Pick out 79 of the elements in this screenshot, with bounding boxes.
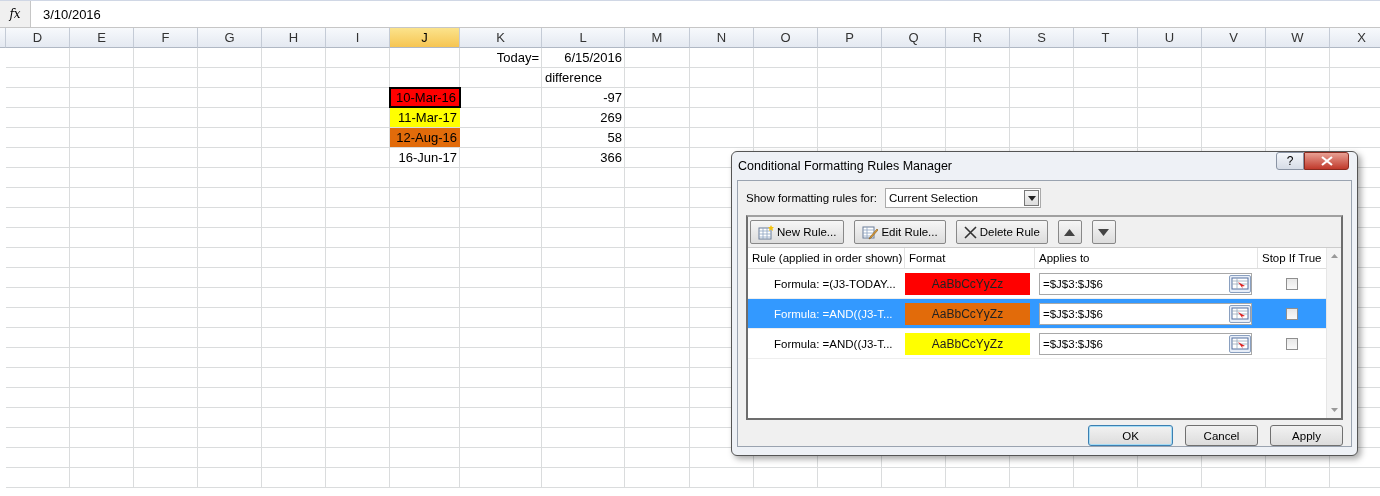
column-header[interactable]: M <box>625 28 690 48</box>
show-rules-label: Show formatting rules for: <box>746 192 878 204</box>
column-header: Applies to <box>1035 248 1258 268</box>
column-header[interactable]: I <box>326 28 390 48</box>
column-header[interactable]: V <box>1202 28 1266 48</box>
down-triangle-icon <box>1098 228 1110 236</box>
column-header[interactable]: F <box>134 28 198 48</box>
scrollbar[interactable] <box>1326 248 1341 418</box>
edit-rule-button[interactable]: Edit Rule... <box>854 220 946 244</box>
table-cell-text: 6/15/2016 <box>563 49 623 67</box>
rule-formula: Formula: =AND((J3-T... <box>774 307 893 320</box>
scroll-down-icon[interactable] <box>1330 408 1338 412</box>
range-select-icon[interactable] <box>1229 274 1251 293</box>
column-header[interactable]: W <box>1266 28 1330 48</box>
format-preview: AaBbCcYyZz <box>905 302 1030 325</box>
table-cell-text: 269 <box>599 109 623 127</box>
delete-rule-button[interactable]: Delete Rule <box>955 220 1048 244</box>
date-cell[interactable]: 12-Aug-16 <box>390 128 460 147</box>
rule-row[interactable]: Formula: =AND((J3-T... AaBbCcYyZz =$J$3:$J$6 <box>748 299 1326 329</box>
column-header[interactable]: Q <box>882 28 946 48</box>
applies-to-field[interactable]: =$J$3:$J$6 <box>1039 302 1252 325</box>
stop-if-true-checkbox[interactable] <box>1286 337 1298 350</box>
range-select-icon[interactable] <box>1229 304 1251 323</box>
table-cell-text: 58 <box>606 129 623 147</box>
dialog-button[interactable]: OK <box>1088 425 1173 446</box>
date-cell[interactable]: 16-Jun-17 <box>390 148 460 167</box>
applies-to-field[interactable]: =$J$3:$J$6 <box>1039 332 1252 355</box>
date-cell[interactable]: 10-Mar-16 <box>390 88 460 107</box>
close-button[interactable] <box>1304 152 1349 170</box>
rule-formula: Formula: =AND((J3-T... <box>774 337 893 350</box>
column-header[interactable]: X <box>1330 28 1380 48</box>
move-down-button[interactable] <box>1091 220 1116 244</box>
column-header[interactable]: R <box>946 28 1010 48</box>
table-pencil-icon <box>862 224 879 240</box>
range-select-icon[interactable] <box>1229 334 1251 353</box>
column-header[interactable]: O <box>754 28 818 48</box>
formula-field[interactable]: 3/10/2016 <box>31 1 1380 27</box>
rule-row[interactable]: Formula: =AND((J3-T... AaBbCcYyZz =$J$3:$J$6 <box>748 329 1326 359</box>
dialog-button[interactable]: Apply <box>1270 425 1343 446</box>
scope-dropdown[interactable]: Current Selection <box>885 188 1042 208</box>
table-cell-text: -97 <box>602 89 623 107</box>
move-up-button[interactable] <box>1057 220 1082 244</box>
scroll-up-icon[interactable] <box>1330 254 1338 258</box>
up-triangle-icon <box>1064 228 1076 236</box>
close-icon <box>1320 156 1333 166</box>
column-header[interactable]: G <box>198 28 262 48</box>
new-rule-button[interactable]: New Rule... <box>750 220 845 244</box>
today-label: Today= <box>495 49 540 67</box>
column-header[interactable]: U <box>1138 28 1202 48</box>
table-star-icon <box>758 224 774 240</box>
function-label[interactable]: fx <box>0 1 31 27</box>
date-cell[interactable]: 11-Mar-17 <box>390 108 460 127</box>
column-label: difference <box>544 69 603 87</box>
stop-if-true-checkbox[interactable] <box>1286 307 1298 320</box>
rule-row[interactable]: Formula: =(J3-TODAY... AaBbCcYyZz =$J$3:$J$6 <box>748 269 1326 299</box>
dialog-button[interactable]: Cancel <box>1185 425 1258 446</box>
row-header-edge <box>0 28 6 48</box>
cross-icon <box>963 225 977 239</box>
format-preview: AaBbCcYyZz <box>905 332 1030 355</box>
applies-to-field[interactable]: =$J$3:$J$6 <box>1039 272 1252 295</box>
help-button[interactable]: ? <box>1276 152 1304 170</box>
column-header[interactable]: H <box>262 28 326 48</box>
table-cell-text: 366 <box>599 149 623 167</box>
column-header[interactable]: L <box>542 28 625 48</box>
column-header[interactable]: E <box>70 28 134 48</box>
column-header[interactable]: S <box>1010 28 1074 48</box>
column-header: Format <box>905 248 1035 268</box>
stop-if-true-checkbox[interactable] <box>1286 277 1298 290</box>
column-header: Rule (applied in order shown) <box>748 248 905 268</box>
column-header: Stop If True <box>1261 251 1323 266</box>
column-header[interactable]: D <box>6 28 70 48</box>
format-preview: AaBbCcYyZz <box>905 272 1030 295</box>
column-header[interactable]: K <box>460 28 542 48</box>
column-header[interactable]: T <box>1074 28 1138 48</box>
column-header[interactable]: P <box>818 28 882 48</box>
window-title: Conditional Formatting Rules Manager <box>738 159 952 173</box>
rule-formula: Formula: =(J3-TODAY... <box>774 277 896 290</box>
column-header[interactable]: J <box>390 28 460 48</box>
column-header[interactable]: N <box>690 28 754 48</box>
